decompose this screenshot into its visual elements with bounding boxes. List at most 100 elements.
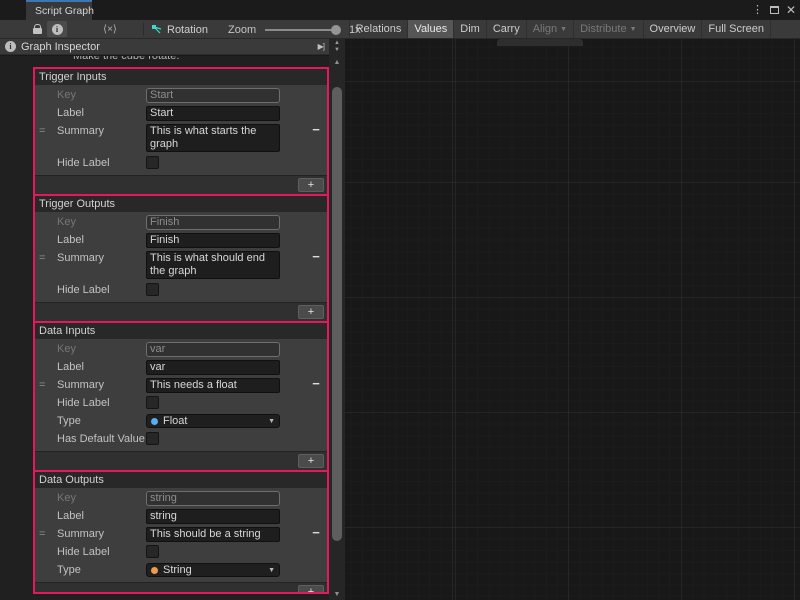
inspector-section-data-inputs: Data InputsKeyvarLabelvar=SummaryThis ne… bbox=[35, 321, 327, 470]
toolbar-button-label: Relations bbox=[356, 23, 402, 35]
label-input[interactable]: Start bbox=[146, 106, 280, 121]
code-preview-button[interactable]: ⟨×⟩ bbox=[96, 21, 124, 37]
breadcrumb-rotation[interactable]: Rotation bbox=[151, 22, 208, 37]
hide-label-checkbox[interactable] bbox=[146, 545, 159, 558]
label-input[interactable]: var bbox=[146, 360, 280, 375]
section-header: Data Inputs bbox=[35, 323, 327, 339]
field-label: Type bbox=[35, 563, 146, 577]
summary-input[interactable]: This is what starts the graph bbox=[146, 124, 280, 152]
remove-port-button[interactable]: − bbox=[309, 124, 323, 137]
zoom-slider-track[interactable] bbox=[265, 29, 337, 31]
add-port-button[interactable]: + bbox=[298, 178, 324, 192]
inspector-section-trigger-outputs: Trigger OutputsKeyFinishLabelFinish=Summ… bbox=[35, 194, 327, 321]
hide-label-checkbox[interactable] bbox=[146, 156, 159, 169]
field-label: Summary bbox=[35, 124, 146, 138]
window-controls: ⋮ ✕ bbox=[752, 0, 796, 20]
row-type: TypeString▼ bbox=[35, 563, 327, 578]
remove-port-button[interactable]: − bbox=[309, 527, 323, 540]
add-port-button[interactable]: + bbox=[298, 305, 324, 319]
close-icon[interactable]: ✕ bbox=[786, 4, 796, 16]
drag-handle-icon[interactable]: = bbox=[39, 252, 45, 264]
maximize-icon[interactable] bbox=[770, 6, 779, 14]
unity-script-graph-window: Script Graph ⋮ ✕ i ⟨×⟩ Rotation Zoom bbox=[0, 0, 800, 600]
drag-handle-icon[interactable]: = bbox=[39, 125, 45, 137]
hide-label-checkbox[interactable] bbox=[146, 396, 159, 409]
ports-highlight-region: Trigger InputsKeyStartLabelStart=Summary… bbox=[33, 67, 329, 594]
graph-canvas[interactable] bbox=[345, 39, 800, 600]
field-label: Hide Label bbox=[35, 396, 146, 410]
collapse-panel-icon[interactable]: ▶] bbox=[318, 42, 324, 51]
inspector-title: Graph Inspector bbox=[21, 41, 313, 53]
has-default-value-checkbox[interactable] bbox=[146, 432, 159, 445]
toolbar-button-carry[interactable]: Carry bbox=[486, 20, 526, 38]
row-type: TypeFloat▼ bbox=[35, 414, 327, 429]
toolbar-button-full-screen[interactable]: Full Screen bbox=[701, 20, 771, 38]
section-header: Trigger Inputs bbox=[35, 69, 327, 85]
inspector-scrollbar: ▲▼ ▲ ▼ bbox=[329, 39, 345, 600]
tab-script-graph[interactable]: Script Graph bbox=[26, 0, 92, 20]
scroll-down-icon[interactable]: ▼ bbox=[329, 591, 345, 598]
key-input: Finish bbox=[146, 215, 280, 230]
key-input: Start bbox=[146, 88, 280, 103]
toolbar-button-relations[interactable]: Relations bbox=[349, 20, 408, 38]
type-dropdown[interactable]: Float ▼ bbox=[146, 414, 280, 428]
dropdown-value: Float bbox=[163, 415, 263, 427]
toolbar-button-label: Carry bbox=[493, 23, 520, 35]
label-input[interactable]: Finish bbox=[146, 233, 280, 248]
graph-inspector-panel: Make the cube rotate. Trigger InputsKeyS… bbox=[0, 56, 329, 600]
row-key: Keystring bbox=[35, 491, 327, 506]
graph-node-top[interactable] bbox=[497, 39, 583, 46]
summary-input[interactable]: This should be a string bbox=[146, 527, 280, 542]
field-label: Hide Label bbox=[35, 545, 146, 559]
field-label: Label bbox=[35, 106, 146, 120]
row-summary: =SummaryThis should be a string− bbox=[35, 527, 327, 542]
drag-handle-icon[interactable]: = bbox=[39, 379, 45, 391]
add-port-button[interactable]: + bbox=[298, 585, 324, 594]
chevron-down-icon: ▼ bbox=[560, 26, 567, 33]
chevron-down-icon: ▼ bbox=[268, 418, 275, 425]
summary-input[interactable]: This needs a float bbox=[146, 378, 280, 393]
add-port-button[interactable]: + bbox=[298, 454, 324, 468]
graph-summary-clipped: Make the cube rotate. bbox=[73, 56, 179, 62]
window-titlebar: Script Graph ⋮ ✕ bbox=[0, 0, 800, 20]
row-key: KeyStart bbox=[35, 88, 327, 103]
toolbar-button-align[interactable]: Align▼ bbox=[526, 20, 573, 38]
inspector-section-data-outputs: Data OutputsKeystringLabelstring=Summary… bbox=[35, 470, 327, 594]
row-label: LabelStart bbox=[35, 106, 327, 121]
inspector-toggle-button[interactable]: i bbox=[47, 21, 67, 37]
field-label: Label bbox=[35, 509, 146, 523]
spinner-arrows[interactable]: ▲▼ bbox=[329, 40, 345, 54]
row-hide-label: Hide Label bbox=[35, 283, 327, 298]
remove-port-button[interactable]: − bbox=[309, 378, 323, 391]
toolbar-button-dim[interactable]: Dim bbox=[453, 20, 486, 38]
field-label: Key bbox=[35, 215, 146, 229]
summary-input[interactable]: This is what should end the graph bbox=[146, 251, 280, 279]
type-dropdown[interactable]: String▼ bbox=[146, 563, 280, 577]
scroll-up-icon[interactable]: ▲ bbox=[329, 59, 345, 66]
remove-port-button[interactable]: − bbox=[309, 251, 323, 264]
field-label: Summary bbox=[35, 251, 146, 265]
label-input[interactable]: string bbox=[146, 509, 280, 524]
row-has-default-value: Has Default Value bbox=[35, 432, 327, 447]
toolbar-button-label: Full Screen bbox=[708, 23, 764, 35]
lock-button[interactable] bbox=[28, 21, 46, 37]
scrollbar-thumb[interactable] bbox=[332, 87, 342, 541]
toolbar-button-overview[interactable]: Overview bbox=[643, 20, 702, 38]
type-color-dot bbox=[151, 418, 158, 425]
section-body: KeyvarLabelvar=SummaryThis needs a float… bbox=[35, 342, 327, 451]
hide-label-checkbox[interactable] bbox=[146, 283, 159, 296]
drag-handle-icon[interactable]: = bbox=[39, 528, 45, 540]
window-menu-icon[interactable]: ⋮ bbox=[752, 5, 763, 16]
breadcrumb-label: Rotation bbox=[167, 24, 208, 36]
toolbar-button-values[interactable]: Values bbox=[407, 20, 453, 38]
key-input: string bbox=[146, 491, 280, 506]
zoom-slider-thumb[interactable] bbox=[331, 25, 341, 35]
field-label: Hide Label bbox=[35, 283, 146, 297]
section-footer: + bbox=[35, 175, 327, 194]
toolbar-separator bbox=[143, 22, 144, 36]
row-key: KeyFinish bbox=[35, 215, 327, 230]
info-icon: i bbox=[5, 41, 16, 52]
toolbar-button-distribute[interactable]: Distribute▼ bbox=[573, 20, 642, 38]
toolbar-button-label: Dim bbox=[460, 23, 480, 35]
section-header: Trigger Outputs bbox=[35, 196, 327, 212]
